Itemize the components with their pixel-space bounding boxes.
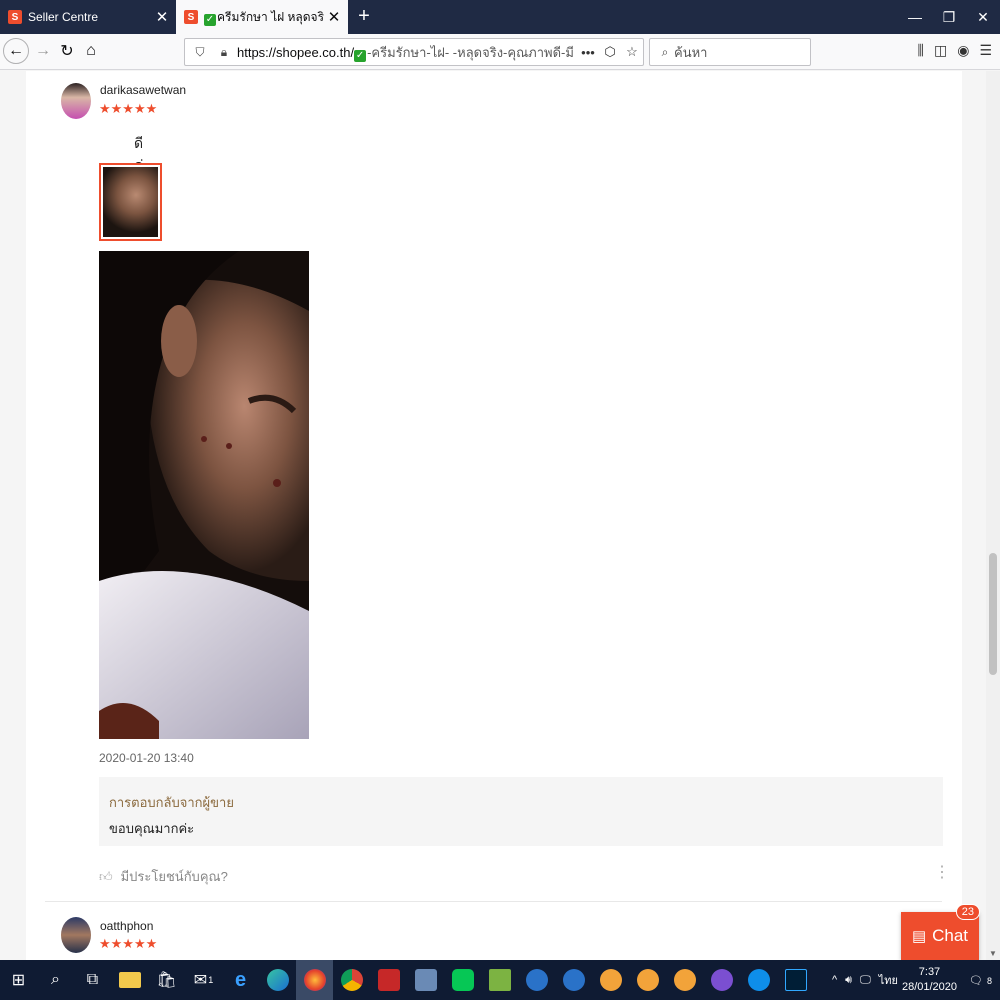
windows-taskbar: ⊞ ⌕ ⧉ 🛍︎ ✉ 1 e ^ 🔊︎ 🖵 ไทย 7:37 28/01/2020…	[0, 960, 1000, 1000]
tab-title: ✓ครีมรักษา ไฝ หลุดจริง คุณ	[204, 8, 324, 27]
file-explorer-icon[interactable]	[111, 960, 148, 1000]
review-divider	[45, 901, 942, 902]
minimize-icon[interactable]: —	[898, 0, 932, 34]
app-icon-6[interactable]	[703, 960, 740, 1000]
line-icon[interactable]	[444, 960, 481, 1000]
close-tab-icon[interactable]: ✕	[324, 8, 344, 26]
lock-icon[interactable]: 🔒︎	[215, 45, 233, 60]
bookmark-star-icon[interactable]: ☆	[621, 44, 643, 60]
store-icon[interactable]: 🛍︎	[148, 960, 185, 1000]
page-actions-icon[interactable]: •••	[577, 45, 599, 60]
firefox-icon[interactable]	[296, 960, 333, 1000]
tray-expand-icon[interactable]: ^	[832, 974, 837, 986]
helpful-button[interactable]: 👍︎ มีประโยชน์กับคุณ?	[99, 866, 228, 887]
browser-tab-strip: S Seller Centre ✕ S ✓ ครีมรักษา ไฝ หลุดจร…	[0, 0, 1000, 34]
seller-reply-label: การตอบกลับจากผู้ขาย	[109, 795, 234, 810]
chat-bubble-icon: ▤	[911, 928, 927, 945]
review-timestamp: 2020-01-20 13:40	[99, 751, 194, 765]
shopee-favicon-icon: S	[8, 10, 22, 24]
review-photo-expanded[interactable]	[99, 251, 309, 739]
scrollbar-thumb[interactable]	[989, 553, 997, 675]
browser-toolbar: ← → ↻ ⌂ ⛉ 🔒︎ https://shopee.co.th/✓ -ครีม…	[0, 34, 1000, 70]
system-tray: ^ 🔊︎ 🖵 ไทย 7:37 28/01/2020 🗨 8	[828, 960, 1000, 1000]
forward-arrow-icon[interactable]: →	[30, 38, 56, 64]
restore-icon[interactable]: ❐	[932, 0, 966, 34]
window-controls: — ❐ ✕	[898, 0, 1000, 34]
review-photo-thumbnail[interactable]	[99, 163, 162, 241]
back-arrow-icon[interactable]: ←	[3, 38, 29, 64]
chrome-icon[interactable]	[333, 960, 370, 1000]
menu-icon[interactable]: ☰	[979, 42, 992, 59]
mail-icon[interactable]: ✉ 1	[185, 960, 222, 1000]
check-emoji-icon: ✓	[204, 13, 216, 26]
url-path: -ครีมรักษา-ไฝ- -หลุดจริง-คุณภาพดี-มี	[367, 44, 574, 60]
teamviewer-icon[interactable]	[740, 960, 777, 1000]
photoshop-icon[interactable]	[777, 960, 814, 1000]
url-host: https://shopee.co.th/	[237, 44, 355, 60]
photo-app-icon[interactable]	[407, 960, 444, 1000]
task-view-icon[interactable]: ⧉	[74, 960, 111, 1000]
tab-seller-centre[interactable]: S Seller Centre ✕	[0, 0, 176, 34]
notification-count: 8	[986, 975, 992, 986]
library-icon[interactable]: ⫼	[918, 42, 924, 59]
clock[interactable]: 7:37 28/01/2020	[902, 965, 957, 995]
app-icon-2[interactable]	[555, 960, 592, 1000]
chat-button[interactable]: ▤ Chat 23	[901, 904, 980, 960]
notification-icon[interactable]: 🗨 8	[969, 974, 996, 987]
clock-time: 7:37	[918, 966, 941, 978]
chat-unread-badge: 23	[955, 904, 980, 920]
tab-title-text: ครีมรักษา ไฝ หลุดจริง คุณ	[217, 9, 324, 24]
url-bar[interactable]: ⛉ 🔒︎ https://shopee.co.th/✓ -ครีมรักษา-ไฝ…	[184, 38, 644, 66]
home-icon[interactable]: ⌂	[78, 38, 104, 64]
new-tab-plus-icon[interactable]: +	[352, 4, 376, 28]
search-bar[interactable]: ⌕ ค้นหา	[649, 38, 811, 66]
app-icon-3[interactable]	[592, 960, 629, 1000]
helpful-text: มีประโยชน์กับคุณ?	[120, 869, 228, 884]
mail-count-badge: 1	[208, 975, 214, 985]
chat-label: Chat	[932, 926, 969, 945]
avatar[interactable]	[61, 83, 91, 119]
app-icon-4[interactable]	[629, 960, 666, 1000]
sidebar-icon[interactable]: ◫	[934, 42, 947, 59]
windows-start-icon[interactable]: ⊞	[0, 960, 37, 1000]
tab-title: Seller Centre	[28, 10, 99, 24]
scroll-down-arrow-icon[interactable]: ▼	[989, 949, 997, 958]
review-username[interactable]: darikasawetwan	[100, 83, 186, 97]
seller-reply-text: ขอบคุณมากค่ะ	[109, 821, 195, 836]
search-placeholder: ค้นหา	[674, 44, 708, 60]
app-icon-1[interactable]	[518, 960, 555, 1000]
pocket-icon[interactable]: ⬡	[599, 44, 621, 60]
edge-icon[interactable]	[259, 960, 296, 1000]
close-window-icon[interactable]: ✕	[966, 0, 1000, 34]
review-photo-image	[99, 251, 309, 739]
capcut-icon[interactable]	[370, 960, 407, 1000]
star-rating-icon: ★★★★★	[99, 101, 158, 116]
toolbar-icons: ⫼ ◫ ◉ ☰	[918, 42, 992, 59]
language-indicator[interactable]: ไทย	[879, 971, 898, 989]
search-icon[interactable]: ⌕	[37, 960, 74, 1000]
volume-icon[interactable]: 🔊︎	[845, 974, 852, 987]
shield-icon[interactable]: ⛉	[191, 45, 209, 60]
more-options-icon[interactable]: ⋮	[934, 862, 950, 882]
thumbs-up-icon[interactable]: 👍︎	[99, 869, 113, 885]
clock-date: 28/01/2020	[901, 981, 958, 993]
review-username[interactable]: oatthphon	[100, 919, 153, 933]
shopee-favicon-icon: S	[184, 10, 198, 24]
seller-reply-box: การตอบกลับจากผู้ขาย ขอบคุณมากค่ะ	[99, 777, 943, 846]
search-icon: ⌕	[661, 44, 669, 59]
page-viewport: darikasawetwan ★★★★★ ดีค่ะ	[0, 71, 1000, 960]
close-tab-icon[interactable]: ✕	[152, 8, 172, 26]
app-icon-5[interactable]	[666, 960, 703, 1000]
account-icon[interactable]: ◉	[957, 42, 969, 59]
notepad-icon[interactable]	[481, 960, 518, 1000]
avatar[interactable]	[61, 917, 91, 953]
network-icon[interactable]: 🖵	[860, 974, 871, 987]
star-rating-icon: ★★★★★	[99, 936, 158, 951]
page-scrollbar[interactable]: ▼	[986, 71, 1000, 960]
reload-icon[interactable]: ↻	[54, 38, 80, 64]
check-emoji-icon: ✓	[354, 49, 367, 62]
internet-explorer-icon[interactable]: e	[222, 960, 259, 1000]
url-text[interactable]: https://shopee.co.th/✓ -ครีมรักษา-ไฝ- -หล…	[237, 42, 577, 63]
tab-product-page[interactable]: S ✓ครีมรักษา ไฝ หลุดจริง คุณ ✕	[176, 0, 348, 34]
